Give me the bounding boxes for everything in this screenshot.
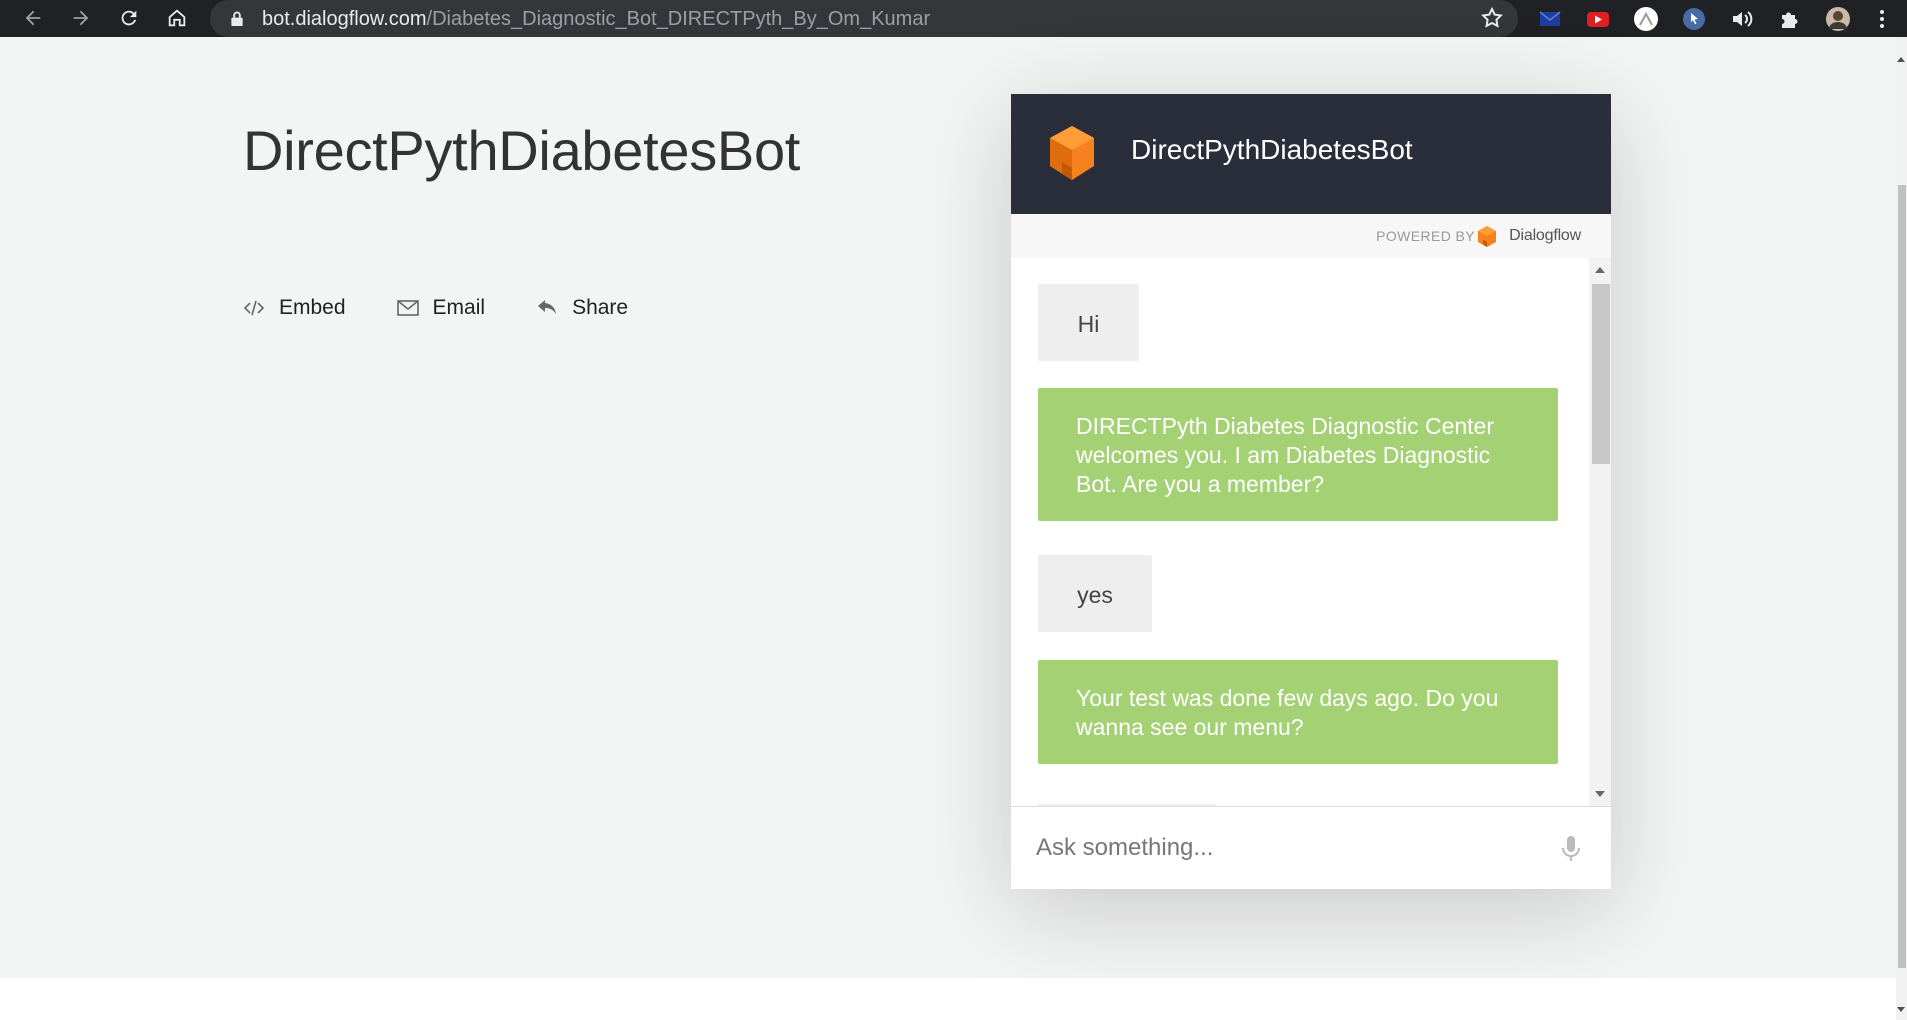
reload-icon <box>121 10 137 26</box>
dialogflow-cube-logo-icon <box>1050 126 1094 180</box>
extension-youtube-icon[interactable] <box>1584 5 1612 33</box>
chat-input-area <box>1011 806 1611 889</box>
back-button[interactable] <box>19 4 47 32</box>
chat-header: DirectPythDiabetesBot <box>1011 94 1611 214</box>
user-message: yes <box>1038 555 1152 632</box>
bot-message: DIRECTPyth Diabetes Diagnostic Center we… <box>1038 388 1558 521</box>
page-title: DirectPythDiabetesBot <box>243 119 801 182</box>
url-text: bot.dialogflow.com/Diabetes_Diagnostic_B… <box>262 8 930 30</box>
scroll-up-arrow-icon[interactable] <box>1595 267 1605 273</box>
chat-scrollbar[interactable] <box>1589 258 1611 806</box>
page-scrollbar[interactable] <box>1896 37 1907 1020</box>
arrow-left-icon <box>25 10 41 26</box>
address-bar[interactable]: bot.dialogflow.com/Diabetes_Diagnostic_B… <box>210 0 1518 37</box>
extension-avatar-icon[interactable] <box>1632 5 1660 33</box>
chat-bot-name: DirectPythDiabetesBot <box>1131 134 1413 165</box>
home-icon <box>168 9 186 27</box>
message-list[interactable]: Hi DIRECTPyth Diabetes Diagnostic Center… <box>1011 258 1589 806</box>
powered-by-bar: POWERED BY Dialogflow <box>1011 214 1611 258</box>
url-path: /Diabetes_Diagnostic_Bot_DIRECTPyth_By_O… <box>426 8 931 30</box>
action-bar: Embed Email Share <box>242 296 678 320</box>
page-footer <box>0 978 1896 1020</box>
forward-button[interactable] <box>67 4 95 32</box>
powered-by-label: POWERED BY <box>1376 228 1475 244</box>
volume-icon[interactable] <box>1728 5 1756 33</box>
profile-avatar-icon[interactable] <box>1824 5 1852 33</box>
reply-arrow-icon <box>538 300 557 314</box>
embed-button[interactable]: Embed <box>242 296 346 320</box>
ask-input[interactable] <box>1036 825 1536 871</box>
embed-label: Embed <box>279 296 346 319</box>
dialogflow-logo-icon <box>1478 226 1496 247</box>
bot-message: Your test was done few days ago. Do you … <box>1038 660 1558 764</box>
envelope-icon <box>396 300 419 316</box>
reload-button[interactable] <box>115 4 143 32</box>
scroll-down-arrow-icon[interactable] <box>1595 791 1605 797</box>
lock-icon <box>231 11 243 26</box>
dialogflow-brand: Dialogflow <box>1509 227 1581 244</box>
home-button[interactable] <box>163 4 191 32</box>
browser-toolbar: bot.dialogflow.com/Diabetes_Diagnostic_B… <box>0 0 1907 37</box>
page-scroll-up-icon[interactable] <box>1897 57 1905 62</box>
share-button[interactable]: Share <box>535 296 628 320</box>
microphone-icon[interactable] <box>1561 835 1581 863</box>
extension-cursor-icon[interactable] <box>1680 5 1708 33</box>
arrow-right-icon <box>73 10 89 26</box>
extensions-puzzle-icon[interactable] <box>1776 5 1804 33</box>
page-scroll-thumb[interactable] <box>1898 185 1906 968</box>
scroll-thumb[interactable] <box>1592 284 1610 464</box>
extension-mail-icon[interactable] <box>1536 5 1564 33</box>
email-button[interactable]: Email <box>396 296 486 320</box>
code-icon <box>243 300 265 316</box>
share-label: Share <box>572 296 629 319</box>
browser-menu-icon[interactable] <box>1868 5 1896 33</box>
chat-widget: DirectPythDiabetesBot POWERED BY Dialogf… <box>1011 94 1611 889</box>
email-label: Email <box>432 296 486 319</box>
url-host: bot.dialogflow.com <box>262 8 427 30</box>
page-scroll-down-icon[interactable] <box>1897 1007 1905 1012</box>
bookmark-star-icon[interactable] <box>1480 6 1504 30</box>
user-message: Hi <box>1038 284 1139 361</box>
